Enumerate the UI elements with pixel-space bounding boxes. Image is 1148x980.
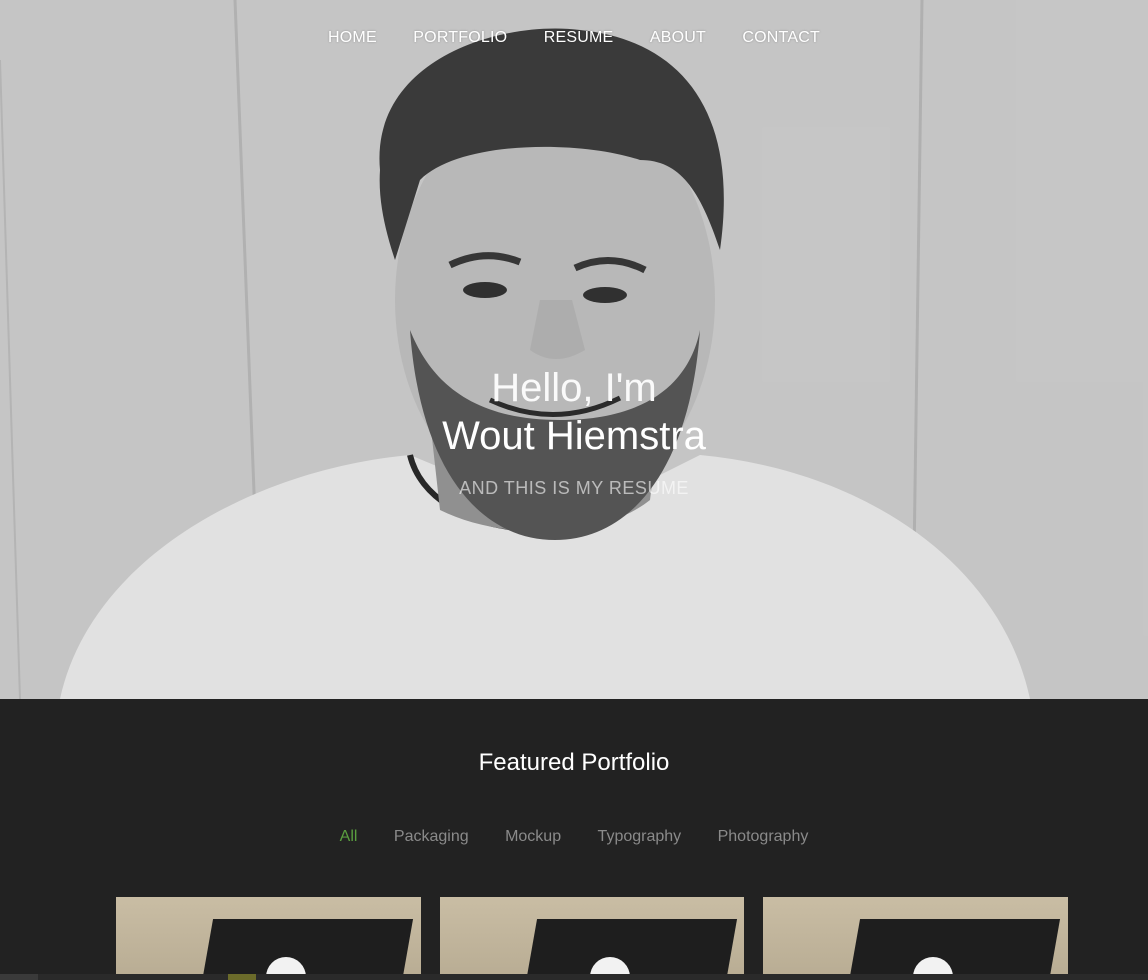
hero-name: Wout Hiemstra xyxy=(442,414,706,458)
nav-about[interactable]: ABOUT xyxy=(650,29,706,47)
portfolio-title: Featured Portfolio xyxy=(0,749,1148,777)
portfolio-title-light: Featured xyxy=(478,749,575,776)
featured-portfolio-section: Featured Portfolio All Packaging Mockup … xyxy=(0,699,1148,980)
bottom-bar xyxy=(0,974,1148,980)
filter-mockup[interactable]: Mockup xyxy=(505,828,561,846)
hero-portrait-image xyxy=(0,0,1148,699)
product-box-image xyxy=(522,919,738,980)
nav-home[interactable]: HOME xyxy=(328,29,377,47)
portfolio-item[interactable] xyxy=(440,897,744,980)
hero-tagline: AND THIS IS MY RESUME xyxy=(459,478,689,498)
portfolio-title-strong: Portfolio xyxy=(581,749,670,776)
product-box-image xyxy=(845,919,1061,980)
portfolio-filters: All Packaging Mockup Typography Photogra… xyxy=(0,828,1148,846)
portfolio-item[interactable] xyxy=(116,897,421,980)
nav-resume[interactable]: RESUME xyxy=(544,29,614,47)
portfolio-item[interactable] xyxy=(763,897,1068,980)
filter-all[interactable]: All xyxy=(340,828,358,846)
filter-photography[interactable]: Photography xyxy=(718,828,809,846)
product-box-image xyxy=(198,919,414,980)
filter-packaging[interactable]: Packaging xyxy=(394,828,469,846)
hero-greeting: Hello, I'm xyxy=(491,366,657,410)
nav-portfolio[interactable]: PORTFOLIO xyxy=(413,29,507,47)
nav-contact[interactable]: CONTACT xyxy=(742,29,820,47)
filter-typography[interactable]: Typography xyxy=(598,828,682,846)
main-nav: HOME PORTFOLIO RESUME ABOUT CONTACT xyxy=(0,29,1148,47)
hero-section: HOME PORTFOLIO RESUME ABOUT CONTACT Hell… xyxy=(0,0,1148,699)
